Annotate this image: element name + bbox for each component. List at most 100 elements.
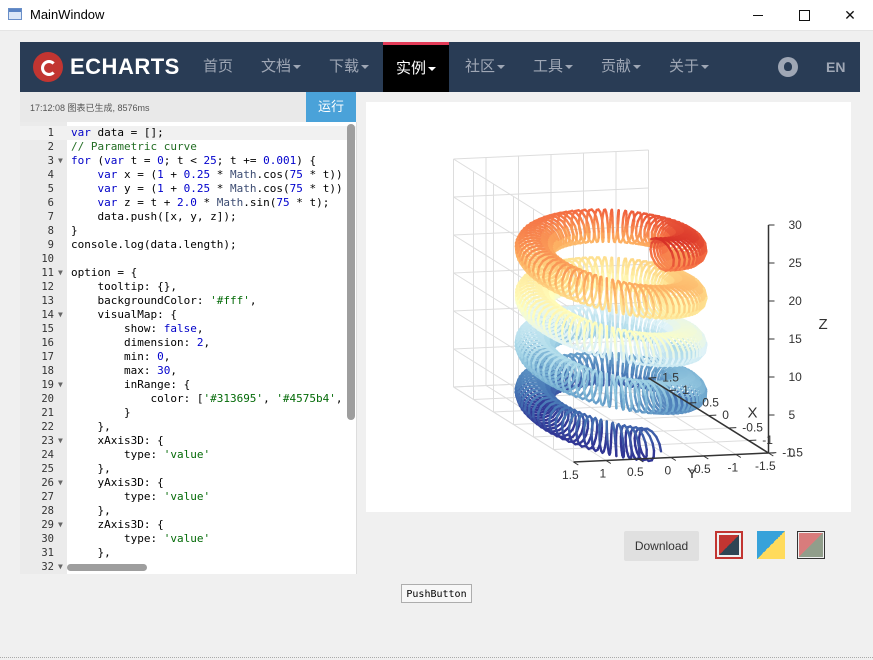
theme-swatch-default[interactable] <box>715 531 743 559</box>
code-line[interactable]: 11▼option = { <box>20 266 356 280</box>
curve-segment <box>689 259 690 265</box>
code-line[interactable]: 17 min: 0, <box>20 350 356 364</box>
code-line[interactable]: 8} <box>20 224 356 238</box>
code-text: dimension: 2, <box>71 336 210 350</box>
curve-segment <box>660 444 662 451</box>
code-line[interactable]: 18 max: 30, <box>20 364 356 378</box>
fold-arrow-icon[interactable]: ▼ <box>58 476 63 490</box>
curve-segment <box>608 448 609 453</box>
caret-down-icon <box>293 65 301 69</box>
code-line[interactable]: 20 color: ['#313695', '#4575b4', <box>20 392 356 406</box>
curve-segment <box>533 238 541 240</box>
editor-vertical-scrollbar[interactable] <box>347 124 355 420</box>
code-line[interactable]: 23▼ xAxis3D: { <box>20 434 356 448</box>
code-line[interactable]: 25 }, <box>20 462 356 476</box>
code-line[interactable]: 2// Parametric curve <box>20 140 356 154</box>
window-title: MainWindow <box>30 7 104 22</box>
code-line[interactable]: 31 }, <box>20 546 356 560</box>
fold-arrow-icon[interactable]: ▼ <box>58 154 63 168</box>
download-button[interactable]: Download <box>624 531 699 561</box>
code-line[interactable]: 28 }, <box>20 504 356 518</box>
fold-arrow-icon[interactable]: ▼ <box>58 378 63 392</box>
line-number: 11 <box>20 266 54 280</box>
caret-down-icon <box>565 65 573 69</box>
nav-item-label: 首页 <box>203 58 233 75</box>
code-line[interactable]: 14▼ visualMap: { <box>20 308 356 322</box>
theme-swatch-light[interactable] <box>757 531 785 559</box>
language-switch[interactable]: EN <box>826 42 845 92</box>
code-line[interactable]: 22 }, <box>20 420 356 434</box>
echarts-logo[interactable]: ECHARTS <box>33 52 180 82</box>
curve-segment <box>575 226 577 233</box>
curve-segment <box>684 259 685 265</box>
code-line[interactable]: 9console.log(data.length); <box>20 238 356 252</box>
nav-item-1[interactable]: 文档 <box>261 42 301 92</box>
curve-segment <box>525 238 533 239</box>
code-line[interactable]: 3▼for (var t = 0; t < 25; t += 0.001) { <box>20 154 356 168</box>
line-number: 30 <box>20 532 54 546</box>
minimize-button[interactable] <box>735 0 781 30</box>
nav-item-label: 文档 <box>261 58 291 75</box>
line-number: 12 <box>20 280 54 294</box>
theme-swatch-vintage[interactable] <box>797 531 825 559</box>
theme-swatch-vintage-color <box>799 533 823 557</box>
y-axis-tick-label: 0.5 <box>627 465 644 479</box>
code-line[interactable]: 27 type: 'value' <box>20 490 356 504</box>
curve-segment <box>702 349 703 356</box>
code-line[interactable]: 6 var z = t + 2.0 * Math.sin(75 * t); <box>20 196 356 210</box>
resize-grip-icon[interactable] <box>858 644 870 656</box>
close-button[interactable] <box>827 0 873 30</box>
code-line[interactable]: 5 var y = (1 + 0.25 * Math.cos(75 * t)) <box>20 182 356 196</box>
code-text: type: 'value' <box>71 490 210 504</box>
code-line[interactable]: 26▼ yAxis3D: { <box>20 476 356 490</box>
fold-arrow-icon[interactable]: ▼ <box>58 434 63 448</box>
code-line[interactable]: 30 type: 'value' <box>20 532 356 546</box>
push-button[interactable]: PushButton <box>401 584 472 603</box>
nav-item-6[interactable]: 贡献 <box>601 42 641 92</box>
status-text: 17:12:08 图表已生成, 8576ms <box>30 101 150 114</box>
curve-segment <box>693 259 695 265</box>
code-line[interactable]: 10 <box>20 252 356 266</box>
curve-segment <box>702 302 703 308</box>
code-line[interactable]: 12 tooltip: {}, <box>20 280 356 294</box>
code-editor[interactable]: 1var data = [];2// Parametric curve3▼for… <box>20 122 357 574</box>
nav-item-4[interactable]: 社区 <box>465 42 505 92</box>
line-number: 28 <box>20 504 54 518</box>
code-line[interactable]: 13 backgroundColor: '#fff', <box>20 294 356 308</box>
code-line[interactable]: 16 dimension: 2, <box>20 336 356 350</box>
fold-arrow-icon[interactable]: ▼ <box>58 560 63 574</box>
run-button[interactable]: 运行 <box>306 92 356 122</box>
code-line[interactable]: 24 type: 'value' <box>20 448 356 462</box>
nav-item-5[interactable]: 工具 <box>533 42 573 92</box>
curve-segment <box>583 273 584 279</box>
code-line[interactable]: 4 var x = (1 + 0.25 * Math.cos(75 * t)) <box>20 168 356 182</box>
chart-canvas[interactable]: 051015202530-1.5-1-0.500.511.51.510.50-0… <box>366 102 851 512</box>
line-number: 23 <box>20 434 54 448</box>
fold-arrow-icon[interactable]: ▼ <box>58 518 63 532</box>
nav-item-2[interactable]: 下载 <box>329 42 369 92</box>
curve-segment <box>608 402 609 406</box>
nav-item-3[interactable]: 实例 <box>383 42 449 92</box>
curve-segment <box>681 282 689 283</box>
editor-horizontal-scrollbar[interactable] <box>67 564 147 571</box>
code-line[interactable]: 1var data = []; <box>20 126 356 140</box>
github-icon[interactable] <box>778 57 798 77</box>
code-line[interactable]: 15 show: false, <box>20 322 356 336</box>
y-axis-tick-label: -1.5 <box>755 459 776 473</box>
code-line[interactable]: 19▼ inRange: { <box>20 378 356 392</box>
curve-segment <box>601 306 602 309</box>
code-line[interactable]: 21 } <box>20 406 356 420</box>
fold-arrow-icon[interactable]: ▼ <box>58 266 63 280</box>
code-text: console.log(data.length); <box>71 238 237 252</box>
nav-item-7[interactable]: 关于 <box>669 42 709 92</box>
nav-item-0[interactable]: 首页 <box>203 42 233 92</box>
curve-segment <box>646 310 647 315</box>
code-line[interactable]: 7 data.push([x, y, z]); <box>20 210 356 224</box>
fold-arrow-icon[interactable]: ▼ <box>58 308 63 322</box>
y-axis-tick-label: 1.5 <box>562 468 579 482</box>
chart-panel[interactable]: 051015202530-1.5-1-0.500.511.51.510.50-0… <box>366 102 851 512</box>
curve-segment <box>659 312 661 317</box>
maximize-button[interactable] <box>781 0 827 30</box>
code-line[interactable]: 29▼ zAxis3D: { <box>20 518 356 532</box>
line-number: 1 <box>20 126 54 140</box>
